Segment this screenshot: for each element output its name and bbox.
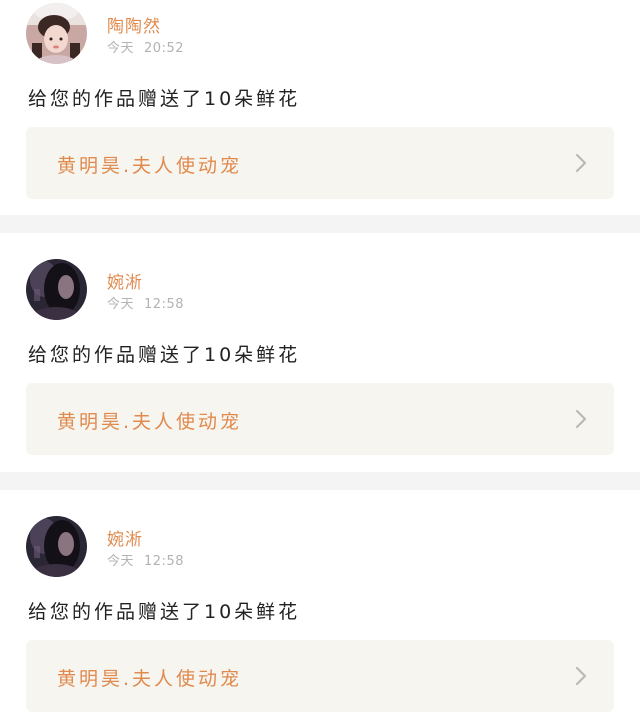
chevron-right-icon xyxy=(575,409,587,429)
notification-feed: 陶陶然 今天 20:52 给您的作品赠送了10朵鲜花 黄明昊.夫人使动宠 婉淅 xyxy=(0,0,640,724)
chevron-right-icon xyxy=(575,153,587,173)
avatar[interactable] xyxy=(26,516,87,577)
notification-card: 陶陶然 今天 20:52 给您的作品赠送了10朵鲜花 黄明昊.夫人使动宠 xyxy=(0,0,640,215)
work-link-card[interactable]: 黄明昊.夫人使动宠 xyxy=(26,640,614,712)
work-link-card[interactable]: 黄明昊.夫人使动宠 xyxy=(26,127,614,199)
section-divider xyxy=(0,215,640,233)
gift-message: 给您的作品赠送了10朵鲜花 xyxy=(28,601,301,623)
post-day: 今天 xyxy=(107,297,135,312)
post-day: 今天 xyxy=(107,41,135,56)
post-clock: 12:58 xyxy=(144,297,184,312)
section-divider xyxy=(0,472,640,490)
post-clock: 12:58 xyxy=(144,554,184,569)
avatar[interactable] xyxy=(26,3,87,64)
work-title: 黄明昊.夫人使动宠 xyxy=(57,668,243,690)
post-clock: 20:52 xyxy=(144,41,184,56)
gift-message: 给您的作品赠送了10朵鲜花 xyxy=(28,344,301,366)
work-link-card[interactable]: 黄明昊.夫人使动宠 xyxy=(26,383,614,455)
work-title: 黄明昊.夫人使动宠 xyxy=(57,155,243,177)
avatar-girl-hat-icon xyxy=(26,3,87,64)
notification-card: 婉淅 今天 12:58 给您的作品赠送了10朵鲜花 黄明昊.夫人使动宠 xyxy=(0,490,640,724)
work-title: 黄明昊.夫人使动宠 xyxy=(57,411,243,433)
avatar[interactable] xyxy=(26,259,87,320)
post-time: 今天 20:52 xyxy=(107,37,184,56)
avatar-dark-hair-icon xyxy=(26,259,87,320)
user-name[interactable]: 婉淅 xyxy=(107,268,143,293)
post-day: 今天 xyxy=(107,554,135,569)
user-name[interactable]: 陶陶然 xyxy=(107,12,161,37)
avatar-dark-hair-icon xyxy=(26,516,87,577)
gift-message: 给您的作品赠送了10朵鲜花 xyxy=(28,88,301,110)
notification-card: 婉淅 今天 12:58 给您的作品赠送了10朵鲜花 黄明昊.夫人使动宠 xyxy=(0,233,640,472)
post-time: 今天 12:58 xyxy=(107,293,184,312)
chevron-right-icon xyxy=(575,666,587,686)
post-time: 今天 12:58 xyxy=(107,550,184,569)
user-name[interactable]: 婉淅 xyxy=(107,525,143,550)
